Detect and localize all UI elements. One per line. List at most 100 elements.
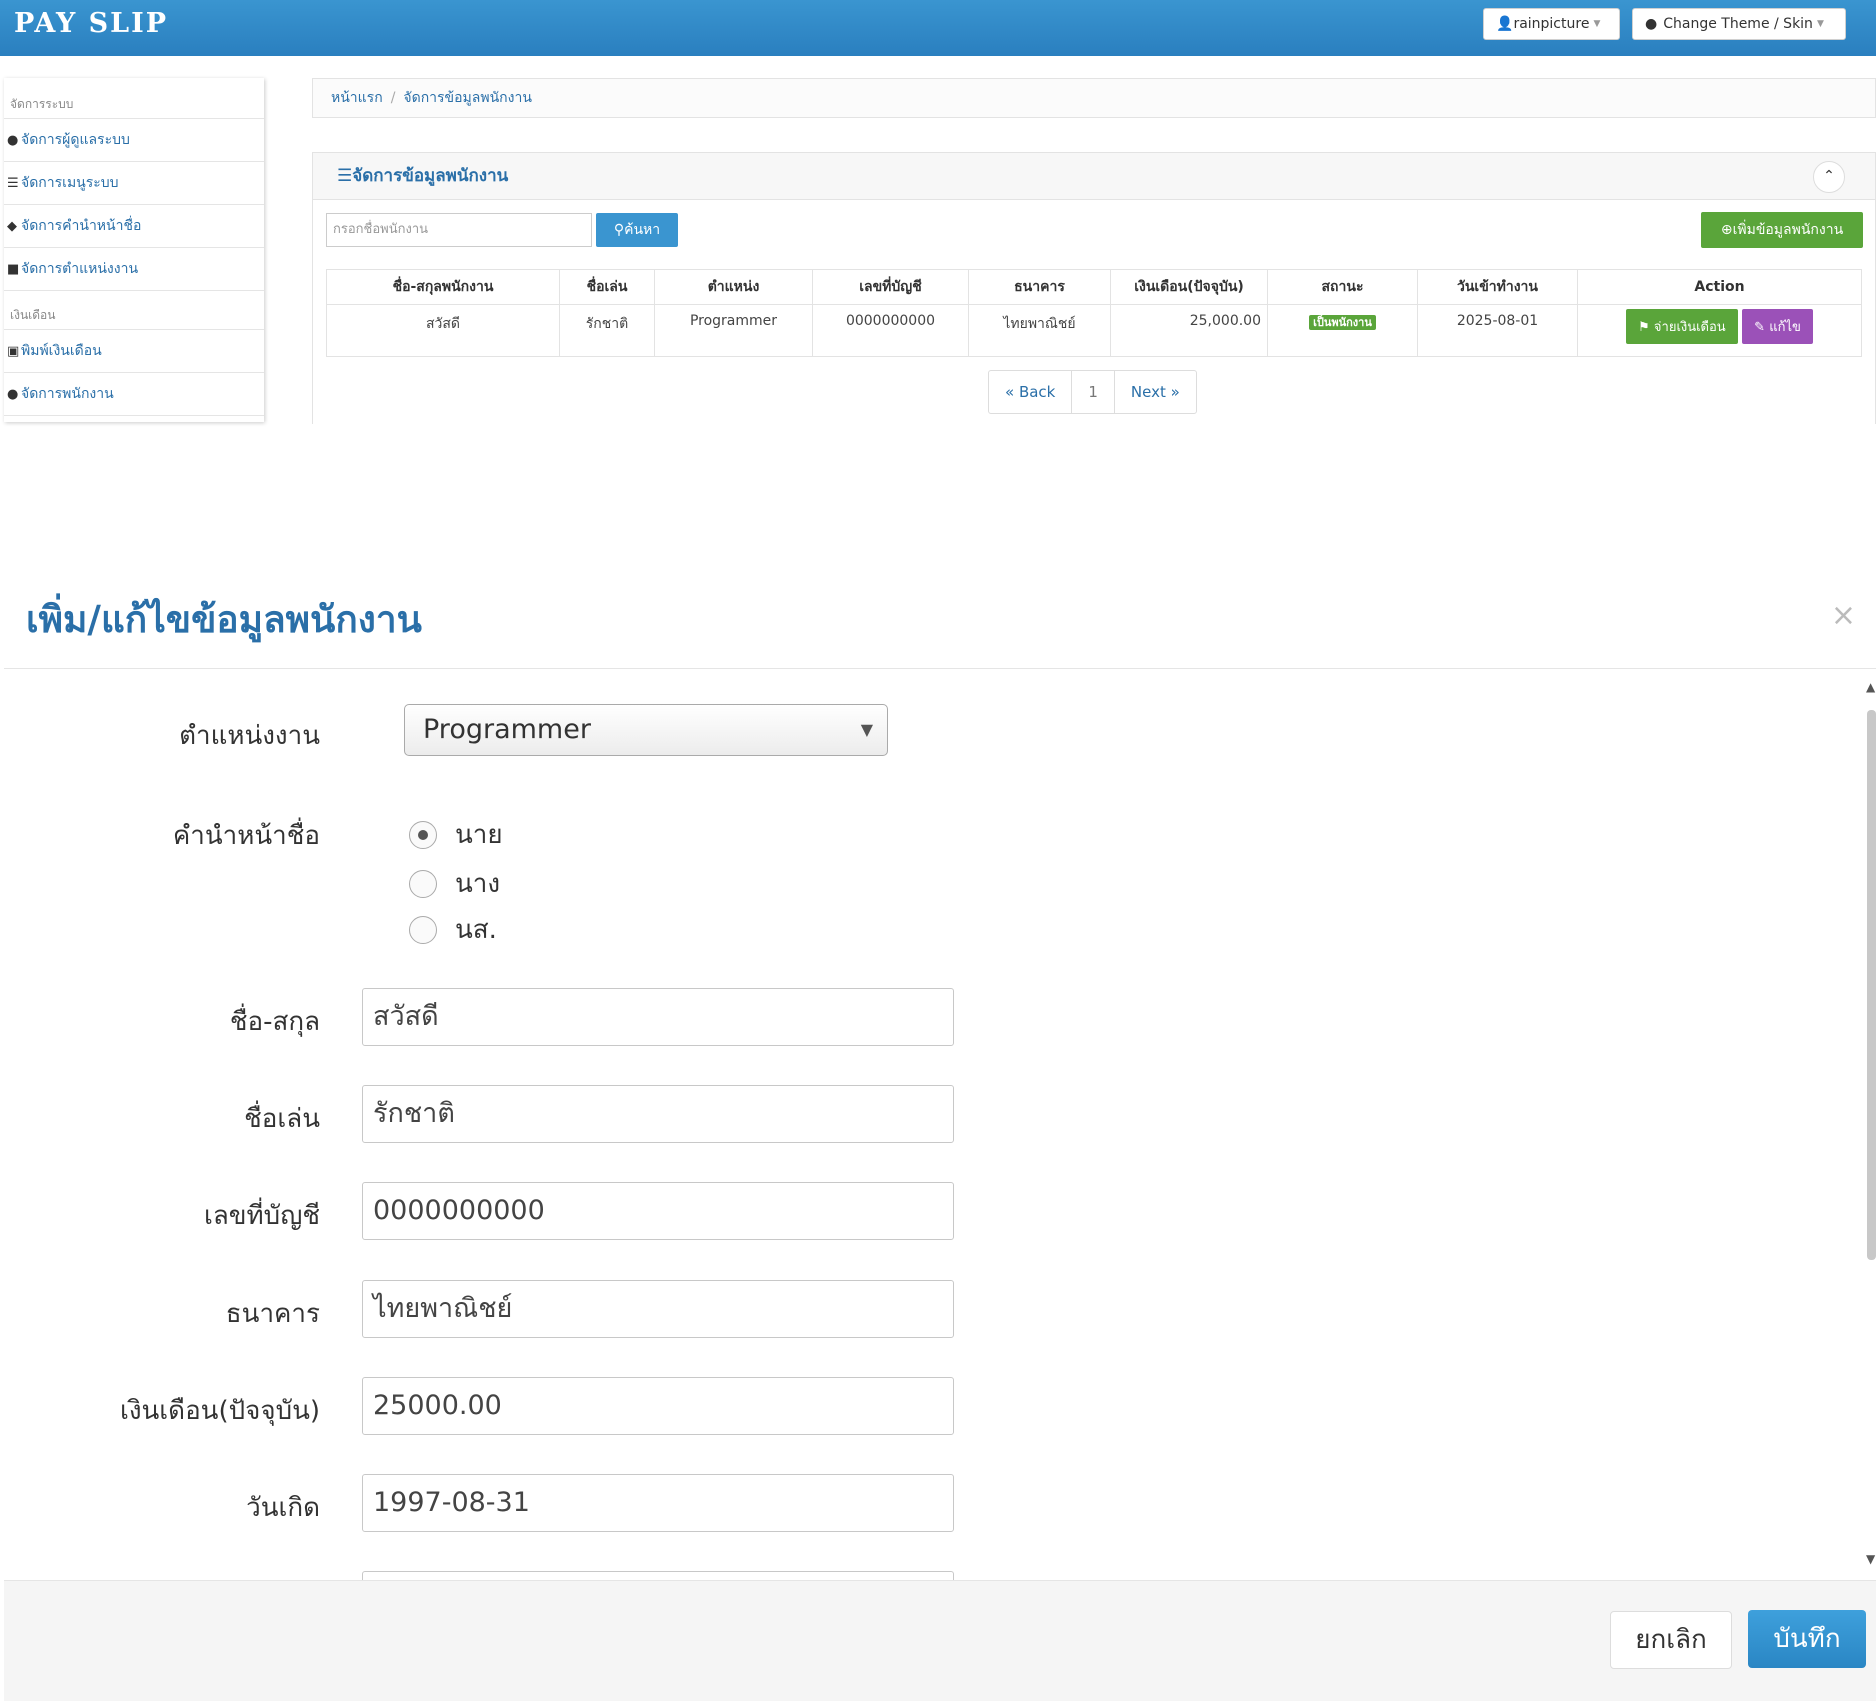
column-header: วันเข้าทำงาน bbox=[1417, 269, 1578, 305]
bank-label: ธนาคาร bbox=[225, 1299, 320, 1329]
cell-status: เป็นพนักงาน bbox=[1267, 304, 1418, 357]
position-select[interactable]: Programmer ▼ bbox=[404, 704, 888, 756]
list-icon: ☰ bbox=[7, 176, 19, 191]
user-icon: 👤 bbox=[1496, 16, 1514, 32]
prefix-option-label: นส. bbox=[455, 915, 497, 945]
add-employee-label: เพิ่มข้อมูลพนักงาน bbox=[1732, 222, 1844, 238]
column-header: ชื่อ-สกุลพนักงาน bbox=[326, 269, 560, 305]
search-button-label: ค้นหา bbox=[624, 222, 661, 238]
sidebar-item-label: จัดการคำนำหน้าชื่อ bbox=[21, 218, 142, 234]
sidebar-item-label: พิมพ์เงินเดือน bbox=[21, 343, 102, 359]
theme-menu-button[interactable]: ● Change Theme / Skin ▼ bbox=[1632, 8, 1846, 40]
column-header: สถานะ bbox=[1267, 269, 1418, 305]
pay-salary-button[interactable]: ⚑ จ่ายเงินเดือน bbox=[1626, 309, 1738, 344]
nickname-input[interactable]: รักชาติ bbox=[362, 1085, 954, 1143]
user-menu-label: rainpicture bbox=[1513, 16, 1590, 32]
nickname-label: ชื่อเล่น bbox=[244, 1104, 320, 1134]
briefcase-icon: ■ bbox=[7, 262, 20, 277]
breadcrumb-home-link[interactable]: หน้าแรก bbox=[331, 90, 383, 106]
close-icon[interactable]: × bbox=[1831, 598, 1856, 633]
sidebar-item-prefixes[interactable]: ◆ จัดการคำนำหน้าชื่อ bbox=[4, 205, 264, 248]
save-button[interactable]: บันทึก bbox=[1748, 1610, 1866, 1668]
column-header: ธนาคาร bbox=[968, 269, 1111, 305]
cell-actions: ⚑ จ่ายเงินเดือน ✎ แก้ไข bbox=[1577, 304, 1862, 357]
cell-bank: ไทยพาณิชย์ bbox=[968, 304, 1111, 357]
cancel-button[interactable]: ยกเลิก bbox=[1610, 1611, 1732, 1669]
cell-account: 0000000000 bbox=[812, 304, 969, 357]
status-badge: เป็นพนักงาน bbox=[1309, 315, 1376, 330]
search-button[interactable]: ⚲ค้นหา bbox=[596, 213, 678, 247]
edit-label: แก้ไข bbox=[1769, 320, 1801, 335]
dropdown-arrow-icon: ▼ bbox=[860, 720, 873, 739]
sidebar-item-print-salary[interactable]: ▣ พิมพ์เงินเดือน bbox=[4, 330, 264, 373]
sidebar-section-heading: จัดการระบบ bbox=[4, 78, 264, 119]
user-icon: ● bbox=[7, 387, 19, 402]
position-label: ตำแหน่งงาน bbox=[179, 721, 320, 751]
scrollbar-thumb[interactable] bbox=[1867, 710, 1876, 1260]
sidebar-item-label: จัดการพนักงาน bbox=[21, 386, 114, 402]
collapse-panel-button[interactable]: ⌃ bbox=[1813, 161, 1845, 193]
modal-title: เพิ่ม/แก้ไขข้อมูลพนักงาน bbox=[26, 598, 422, 641]
column-header: Action bbox=[1577, 269, 1862, 305]
list-icon: ☰ bbox=[337, 166, 353, 186]
sidebar-item-employees[interactable]: ● จัดการพนักงาน bbox=[4, 373, 264, 416]
cell-position: Programmer bbox=[654, 304, 813, 357]
pagination-back[interactable]: « Back bbox=[989, 371, 1073, 413]
caret-down-icon: ▼ bbox=[1816, 19, 1824, 29]
bank-input[interactable]: ไทยพาณิชย์ bbox=[362, 1280, 954, 1338]
next-field-partial[interactable] bbox=[362, 1571, 954, 1580]
chevron-up-icon: ⌃ bbox=[1823, 168, 1835, 184]
column-header: เงินเดือน(ปัจจุบัน) bbox=[1110, 269, 1268, 305]
top-navbar: PAY SLIP 👤 rainpicture ▼ ● Change Theme … bbox=[0, 0, 1876, 56]
breadcrumb-separator: / bbox=[390, 90, 396, 106]
app-brand[interactable]: PAY SLIP bbox=[14, 8, 168, 39]
sidebar-section-heading: เงินเดือน bbox=[4, 291, 264, 330]
edit-employee-button[interactable]: ✎ แก้ไข bbox=[1742, 309, 1813, 344]
account-label: เลขที่บัญชี bbox=[203, 1201, 320, 1231]
name-label: ชื่อ-สกุล bbox=[229, 1007, 320, 1037]
birthday-input[interactable]: 1997-08-31 bbox=[362, 1474, 954, 1532]
flag-icon: ⚑ bbox=[1638, 320, 1654, 335]
radio-button[interactable] bbox=[409, 869, 437, 898]
cell-nickname: รักชาติ bbox=[559, 304, 655, 357]
tag-icon: ◆ bbox=[7, 219, 17, 234]
scroll-up-arrow-icon[interactable]: ▲ bbox=[1866, 680, 1875, 694]
prefix-option-miss[interactable]: นส. bbox=[409, 909, 497, 950]
prefix-option-mrs[interactable]: นาง bbox=[409, 863, 500, 904]
account-number-input[interactable]: 0000000000 bbox=[362, 1182, 954, 1240]
panel-header: ☰จัดการข้อมูลพนักงาน bbox=[313, 153, 1875, 200]
modal-divider bbox=[4, 668, 1876, 669]
radio-button[interactable] bbox=[409, 915, 437, 944]
print-icon: ▣ bbox=[7, 344, 20, 359]
breadcrumb: หน้าแรก / จัดการข้อมูลพนักงาน bbox=[312, 78, 1876, 118]
cell-salary: 25,000.00 bbox=[1110, 304, 1268, 357]
theme-menu-label: Change Theme / Skin bbox=[1663, 16, 1813, 32]
sidebar: จัดการระบบ ● จัดการผู้ดูแลระบบ ☰ จัดการเมน… bbox=[4, 78, 264, 422]
column-header: ตำแหน่ง bbox=[654, 269, 813, 305]
sidebar-item-positions[interactable]: ■ จัดการตำแหน่งงาน bbox=[4, 248, 264, 291]
salary-input[interactable]: 25000.00 bbox=[362, 1377, 954, 1435]
cell-name: สวัสดี bbox=[326, 304, 560, 357]
scroll-down-arrow-icon[interactable]: ▼ bbox=[1866, 1552, 1875, 1566]
birthday-label: วันเกิด bbox=[246, 1493, 320, 1523]
pay-salary-label: จ่ายเงินเดือน bbox=[1653, 320, 1726, 335]
user-icon: ● bbox=[7, 133, 19, 148]
employee-search-input[interactable]: กรอกชื่อพนักงาน bbox=[326, 213, 592, 247]
plus-circle-icon: ⊕ bbox=[1720, 222, 1733, 238]
modal-footer: ยกเลิก บันทึก bbox=[4, 1580, 1876, 1701]
radio-button-checked[interactable] bbox=[409, 820, 437, 849]
search-icon: ⚲ bbox=[613, 222, 625, 238]
sidebar-item-menus[interactable]: ☰ จัดการเมนูระบบ bbox=[4, 162, 264, 205]
prefix-label: คำนำหน้าชื่อ bbox=[172, 821, 320, 851]
pagination-next[interactable]: Next » bbox=[1115, 371, 1196, 413]
prefix-option-mr[interactable]: นาย bbox=[409, 814, 503, 855]
sidebar-item-admins[interactable]: ● จัดการผู้ดูแลระบบ bbox=[4, 119, 264, 162]
column-header: เลขที่บัญชี bbox=[812, 269, 969, 305]
name-input[interactable]: สวัสดี bbox=[362, 988, 954, 1046]
pagination-current-page[interactable]: 1 bbox=[1072, 371, 1115, 413]
user-menu-button[interactable]: 👤 rainpicture ▼ bbox=[1483, 8, 1620, 40]
add-employee-button[interactable]: ⊕เพิ่มข้อมูลพนักงาน bbox=[1701, 212, 1863, 248]
edit-icon: ✎ bbox=[1754, 320, 1770, 335]
employee-panel: ☰จัดการข้อมูลพนักงาน ⌃ กรอกชื่อพนักงาน ⚲… bbox=[312, 152, 1876, 424]
breadcrumb-current[interactable]: จัดการข้อมูลพนักงาน bbox=[403, 90, 531, 106]
